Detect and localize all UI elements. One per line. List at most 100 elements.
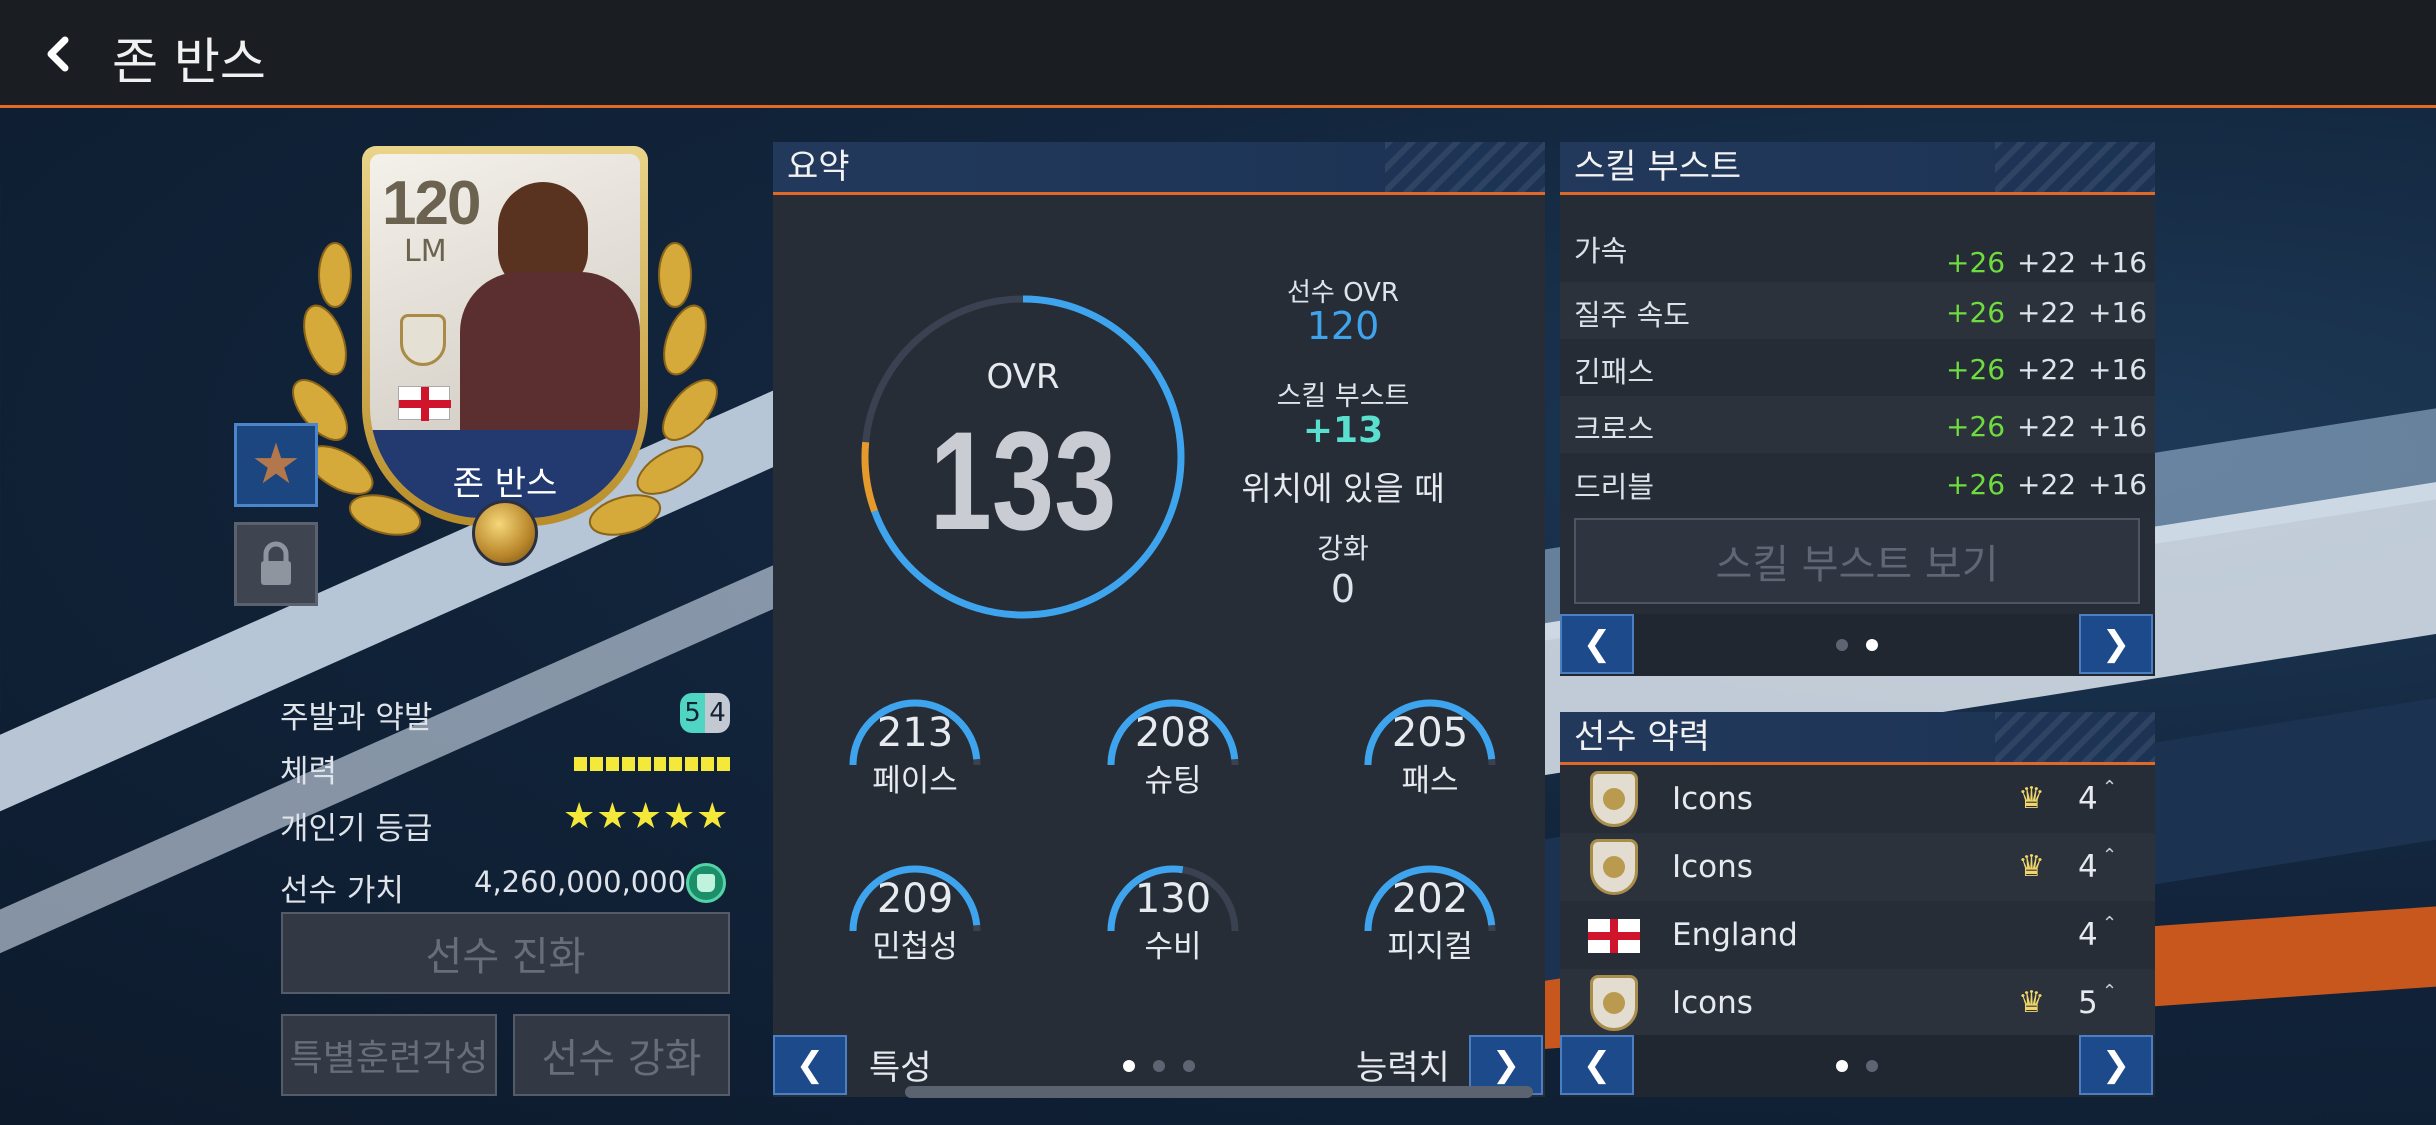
lock-icon — [261, 541, 291, 585]
skill-boost-next-button[interactable]: ❯ — [2079, 614, 2153, 674]
crown-icon: ♛ — [2018, 985, 2045, 1020]
boost-level-2: +22 — [2017, 410, 2077, 443]
skill-boost-attr: 긴패스 — [1574, 355, 1655, 389]
skill-boost-value: +13 — [1302, 410, 1384, 451]
boost-level-1: +26 — [1946, 296, 2006, 329]
top-bar: 존 반스 — [0, 0, 2436, 108]
ovr-label: OVR — [986, 357, 1060, 397]
card-ovr: 120 — [382, 169, 481, 238]
career-prev-button[interactable]: ❮ — [1560, 1035, 1634, 1095]
info-popularity-label: 개인기 등급 — [280, 811, 433, 847]
icons-badge-icon — [1590, 771, 1638, 827]
boost-level-2: +22 — [2017, 246, 2077, 279]
career-row[interactable]: ♛ Icons 4 ⌃ — [1560, 765, 2155, 833]
boost-level-1: +26 — [1946, 246, 2006, 279]
skill-boost-label: 스킬 부스트 — [1276, 381, 1410, 412]
info-value-label: 선수 가치 — [280, 873, 404, 909]
chevron-left-icon: ❮ — [1582, 1045, 1612, 1085]
stat-value: 208 — [1134, 710, 1212, 756]
chevron-up-icon: ⌃ — [2102, 981, 2118, 1002]
ovr-value: 133 — [929, 402, 1117, 559]
chevron-right-icon: ❯ — [2101, 624, 2131, 664]
career-next-button[interactable]: ❯ — [2079, 1035, 2153, 1095]
boost-level-3: +16 — [2088, 468, 2148, 501]
scrollbar[interactable] — [905, 1086, 1533, 1098]
boost-level-1: +26 — [1946, 410, 2006, 443]
stat-label: 페이스 — [872, 763, 958, 799]
boost-level-2: +22 — [2017, 468, 2077, 501]
career-title: 선수 약력 — [1574, 717, 1710, 757]
stat-value: 202 — [1391, 876, 1469, 922]
evolve-button[interactable]: 선수 진화 — [281, 912, 730, 994]
page-dot — [1836, 639, 1848, 651]
boost-level-3: +16 — [2088, 410, 2148, 443]
skill-boost-row: 질주 속도 +26 +22 +16 — [1560, 282, 2155, 339]
stat-label: 패스 — [1401, 763, 1459, 799]
skill-boost-row: 가속 +26 +22 +16 — [1560, 196, 2155, 282]
skill-boost-row: 크로스 +26 +22 +16 — [1560, 396, 2155, 453]
boost-level-2: +22 — [2017, 296, 2077, 329]
skill-boost-page-dots — [1836, 639, 1878, 651]
stat-label: 민첩성 — [872, 929, 958, 965]
chevron-up-icon: ⌃ — [2102, 845, 2118, 866]
bp-coin-icon — [686, 863, 726, 903]
favorite-button[interactable]: ★ — [234, 423, 318, 507]
summary-prev-button[interactable]: ❮ — [773, 1035, 847, 1095]
info-foot-label: 주발과 약발 — [280, 700, 433, 736]
player-ovr-value: 120 — [1306, 304, 1380, 348]
career-name: Icons — [1672, 985, 1753, 1021]
summary-nav-right-label[interactable]: 능력치 — [1356, 1040, 1450, 1089]
weak-foot-value: 4 — [705, 693, 730, 733]
chevron-up-icon: ⌃ — [2102, 913, 2118, 934]
page-dot — [1153, 1060, 1165, 1072]
career-row[interactable]: ♛ Icons 5 ⌃ — [1560, 969, 2155, 1037]
star-icon: ★ — [250, 432, 302, 497]
player-card[interactable]: 120 LM 존 반스 — [290, 140, 720, 580]
view-skill-boost-button[interactable]: 스킬 부스트 보기 — [1574, 518, 2140, 604]
stat-label: 피지컬 — [1387, 929, 1473, 965]
info-stamina-label: 체력 — [280, 754, 338, 790]
chevron-left-icon — [47, 36, 69, 72]
icons-badge-icon — [1590, 975, 1638, 1031]
boost-level-2: +22 — [2017, 353, 2077, 386]
boost-level-1: +26 — [1946, 468, 2006, 501]
career-name: England — [1672, 917, 1798, 953]
page-dot — [1123, 1060, 1135, 1072]
special-training-button[interactable]: 특별훈련각성 — [281, 1014, 497, 1096]
summary-panel: 요약 OVR 133 선수 OVR 120 스킬 부스트 +13 위치에 있을 … — [773, 142, 1545, 1097]
skill-boost-row: 긴패스 +26 +22 +16 — [1560, 339, 2155, 396]
back-button[interactable] — [30, 26, 86, 82]
chevron-right-icon: ❯ — [1491, 1045, 1521, 1085]
enhance-button[interactable]: 선수 강화 — [513, 1014, 730, 1096]
skill-boost-prev-button[interactable]: ❮ — [1560, 614, 1634, 674]
card-position: LM — [404, 234, 447, 269]
skill-boost-header: 스킬 부스트 — [1560, 142, 2155, 195]
skill-boost-panel: 스킬 부스트 123 가속+26+22+16질주 속도+26+22+16긴패스+… — [1560, 142, 2155, 676]
stat-value: 205 — [1391, 710, 1469, 756]
stat-value: 213 — [876, 710, 954, 756]
lock-button[interactable] — [234, 522, 318, 606]
career-header: 선수 약력 — [1560, 712, 2155, 765]
page-dot — [1836, 1060, 1848, 1072]
skill-boost-attr: 드리블 — [1574, 470, 1655, 504]
strong-foot-value: 5 — [680, 693, 705, 733]
crown-icon: ♛ — [2018, 781, 2045, 816]
boost-level-1: +26 — [1946, 353, 2006, 386]
player-value: 4,260,000,000 — [474, 865, 687, 899]
upgrade-label: 강화 — [1317, 532, 1369, 565]
england-flag-icon — [1588, 919, 1640, 953]
summary-page-dots — [1123, 1060, 1195, 1072]
career-row[interactable]: England 4 ⌃ — [1560, 901, 2155, 969]
summary-nav-left-label[interactable]: 특성 — [869, 1040, 932, 1089]
crown-icon: ♛ — [2018, 849, 2045, 884]
popularity-stars: ★★★★★ — [563, 796, 730, 837]
stat-label: 수비 — [1144, 929, 1202, 965]
chevron-right-icon: ❯ — [2101, 1045, 2131, 1085]
page-dot — [1866, 639, 1878, 651]
stamina-bar — [574, 757, 731, 771]
career-value: 4 — [2078, 849, 2098, 885]
career-row[interactable]: ♛ Icons 4 ⌃ — [1560, 833, 2155, 901]
chevron-left-icon: ❮ — [1582, 624, 1612, 664]
page-dot — [1183, 1060, 1195, 1072]
skill-boost-attr: 가속 — [1574, 234, 1628, 268]
